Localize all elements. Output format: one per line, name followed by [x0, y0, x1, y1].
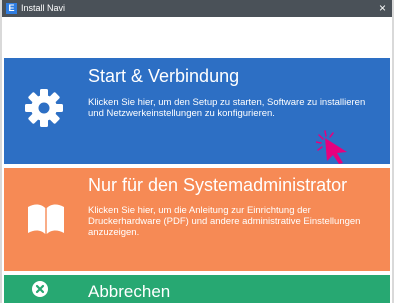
cancel-heading: Abbrechen — [88, 282, 171, 301]
gear-icon — [25, 89, 63, 127]
pointer-cursor-icon — [316, 130, 347, 164]
admin-description: Klicken Sie hier, um die Anleitung zur E… — [88, 205, 361, 238]
system-admin-button[interactable]: Nur für den Systemadministrator Klicken … — [4, 168, 390, 271]
start-heading: Start & Verbindung — [88, 66, 240, 86]
start-description: Klicken Sie hier, um den Setup zu starte… — [88, 97, 366, 119]
cancel-button[interactable]: Abbrechen — [4, 275, 390, 303]
close-circle-icon — [32, 281, 48, 297]
window-title: Install Navi — [21, 3, 66, 13]
book-icon — [28, 204, 64, 234]
close-button[interactable]: × — [379, 1, 386, 15]
app-icon: E — [6, 3, 17, 14]
start-connection-button[interactable]: Start & Verbindung Klicken Sie hier, um … — [4, 58, 390, 164]
install-navi-window: E Install Navi × Start & Verbindung Klic… — [2, 0, 392, 303]
title-bar: E Install Navi × — [2, 0, 392, 17]
admin-heading: Nur für den Systemadministrator — [88, 175, 348, 195]
